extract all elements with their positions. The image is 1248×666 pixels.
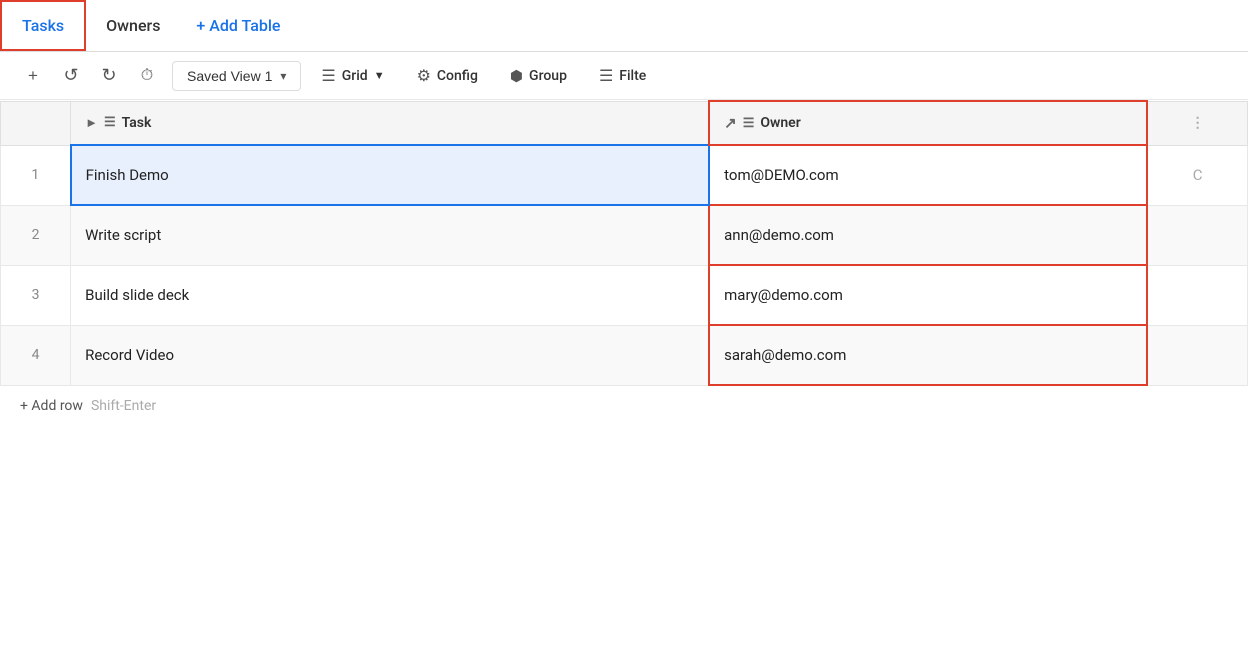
row-number-cell: 1 [1,145,71,205]
table-row[interactable]: 2Write scriptann@demo.com [1,205,1248,265]
config-button[interactable]: ⚙ Config [409,62,486,89]
grid-icon: ☰ [321,66,335,85]
task-prefix-icon: ► [85,115,98,131]
saved-view-label: Saved View 1 [187,68,272,84]
group-icon: ⬢ [510,67,523,85]
filter-label: Filte [619,68,646,84]
owner-column-header[interactable]: ↗ ☰ Owner [709,101,1147,145]
owner-cell[interactable]: sarah@demo.com [709,325,1147,385]
extra-cell [1147,325,1247,385]
data-table: ► ☰ Task ↗ ☰ Owner ⋮ 1Finish Demotom@DEM… [0,100,1248,386]
add-row-shortcut: Shift-Enter [91,398,156,414]
task-cell[interactable]: Build slide deck [71,265,710,325]
task-cell[interactable]: Record Video [71,325,710,385]
toolbar-view-options: ☰ Grid ▼ ⚙ Config ⬢ Group ☰ Filte [313,62,654,89]
undo-button[interactable]: ↺ [54,59,88,93]
table-header-row: ► ☰ Task ↗ ☰ Owner ⋮ [1,101,1248,145]
config-icon: ⚙ [417,66,431,85]
task-cell[interactable]: Finish Demo [71,145,710,205]
row-number-cell: 4 [1,325,71,385]
filter-icon: ☰ [599,66,613,85]
table-row[interactable]: 1Finish Demotom@DEMO.comC [1,145,1248,205]
row-number-cell: 2 [1,205,71,265]
owner-list-icon: ☰ [743,116,755,131]
extra-cell [1147,205,1247,265]
add-row-label: + Add row [20,398,83,414]
saved-view-button[interactable]: Saved View 1 ▾ [172,61,301,91]
task-column-header[interactable]: ► ☰ Task [71,101,710,145]
add-table-label: + Add Table [196,16,280,35]
grid-label: Grid [342,68,368,84]
task-column-label: Task [122,115,152,131]
owner-column-label: Owner [760,115,800,131]
chevron-down-icon: ▾ [280,69,286,83]
toolbar: + ↺ ↻ ⏱ Saved View 1 ▾ ☰ Grid ▼ ⚙ Config… [0,52,1248,100]
tab-tasks-label: Tasks [22,16,64,35]
extra-cell [1147,265,1247,325]
grid-button[interactable]: ☰ Grid ▼ [313,62,392,89]
tab-bar: Tasks Owners + Add Table [0,0,1248,52]
task-cell[interactable]: Write script [71,205,710,265]
tab-tasks[interactable]: Tasks [0,0,86,51]
extra-column-header: ⋮ [1147,101,1247,145]
extra-cell: C [1147,145,1247,205]
owner-cell[interactable]: tom@DEMO.com [709,145,1147,205]
row-number-header [1,101,71,145]
group-button[interactable]: ⬢ Group [502,63,575,89]
table-row[interactable]: 3Build slide deckmary@demo.com [1,265,1248,325]
owner-cell[interactable]: ann@demo.com [709,205,1147,265]
owner-sort-icon: ↗ [724,114,737,132]
tab-owners-label: Owners [106,16,160,35]
history-button[interactable]: ⏱ [130,59,164,93]
filter-button[interactable]: ☰ Filte [591,62,654,89]
table-row[interactable]: 4Record Videosarah@demo.com [1,325,1248,385]
row-number-cell: 3 [1,265,71,325]
config-label: Config [437,68,478,84]
data-table-container: ► ☰ Task ↗ ☰ Owner ⋮ 1Finish Demotom@DEM… [0,100,1248,426]
task-list-icon: ☰ [104,115,116,130]
add-table-button[interactable]: + Add Table [180,16,296,35]
tab-owners[interactable]: Owners [86,0,180,51]
owner-cell[interactable]: mary@demo.com [709,265,1147,325]
group-label: Group [529,68,567,84]
add-button[interactable]: + [16,59,50,93]
grid-chevron-icon: ▼ [374,69,385,82]
redo-button[interactable]: ↻ [92,59,126,93]
add-row-button[interactable]: + Add row Shift-Enter [0,386,1248,426]
